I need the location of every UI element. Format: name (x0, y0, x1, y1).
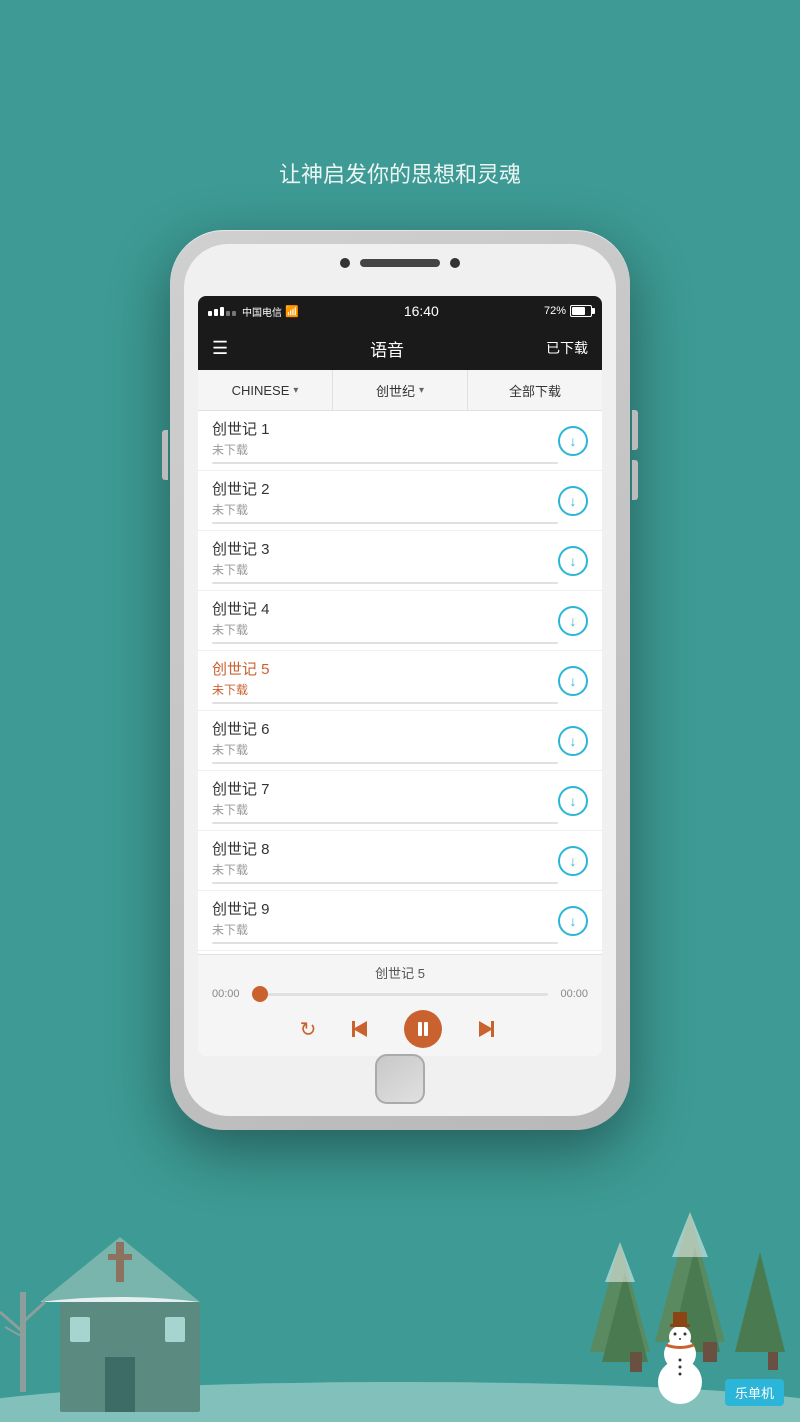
downloaded-action[interactable]: 已下载 (546, 338, 588, 358)
status-bar: 中国电信 📶 16:40 72% (198, 296, 602, 326)
track-status: 未下载 (212, 561, 558, 578)
phone-top-bar (300, 258, 500, 268)
download-button[interactable]: ↓ (558, 726, 588, 756)
download-button[interactable]: ↓ (558, 846, 588, 876)
list-item[interactable]: 创世记 9 未下载 ↓ (198, 891, 602, 951)
track-title: 创世记 1 (212, 418, 558, 439)
track-progress-bar (212, 762, 558, 764)
carrier-name: 中国电信 (242, 304, 282, 319)
track-status: 未下载 (212, 441, 558, 458)
signal-strength (208, 307, 236, 316)
track-progress-bar (212, 522, 558, 524)
app-subtitle: 让神启发你的思想和灵魂 (0, 157, 800, 189)
download-all-label: 全部下载 (509, 381, 561, 400)
track-info: 创世记 6 未下载 (212, 718, 558, 764)
track-progress-bar (212, 822, 558, 824)
download-button[interactable]: ↓ (558, 666, 588, 696)
track-title: 创世记 9 (212, 898, 558, 919)
filter-bar: CHINESE ▾ 创世纪 ▾ 全部下载 (198, 370, 602, 411)
download-button[interactable]: ↓ (558, 426, 588, 456)
track-status: 未下载 (212, 921, 558, 938)
player-track-name: 创世记 5 (212, 963, 588, 982)
download-button[interactable]: ↓ (558, 606, 588, 636)
track-title: 创世记 8 (212, 838, 558, 859)
track-info: 创世记 9 未下载 (212, 898, 558, 944)
list-item[interactable]: 创世记 2 未下载 ↓ (198, 471, 602, 531)
language-filter[interactable]: CHINESE ▾ (198, 370, 333, 410)
player-progress-row: 00:00 00:00 (212, 988, 588, 1000)
book-label: 创世纪 (376, 381, 415, 400)
book-arrow-icon: ▾ (419, 385, 424, 396)
download-button[interactable]: ↓ (558, 906, 588, 936)
track-title-active: 创世记 5 (212, 658, 558, 679)
track-info: 创世记 7 未下载 (212, 778, 558, 824)
track-status: 未下载 (212, 801, 558, 818)
player-thumb[interactable] (252, 986, 268, 1002)
player-controls: ↻ (212, 1010, 588, 1048)
battery-percent: 72% (544, 305, 566, 317)
wifi-icon: 📶 (285, 305, 299, 318)
track-progress-bar (212, 882, 558, 884)
track-status: 未下载 (212, 621, 558, 638)
list-item[interactable]: 创世记 3 未下载 ↓ (198, 531, 602, 591)
book-filter[interactable]: 创世纪 ▾ (333, 370, 468, 410)
phone-device: 中国电信 📶 16:40 72% ☰ 语音 已下载 (170, 230, 630, 1130)
next-button[interactable] (472, 1015, 500, 1043)
app-bar-title: 语音 (370, 336, 404, 361)
track-progress-bar (212, 942, 558, 944)
status-left: 中国电信 📶 (208, 304, 299, 319)
track-info: 创世记 1 未下载 (212, 418, 558, 464)
track-info: 创世记 2 未下载 (212, 478, 558, 524)
track-title: 创世记 7 (212, 778, 558, 799)
track-status-active: 未下载 (212, 681, 558, 698)
sensor (450, 258, 460, 268)
track-progress-bar (212, 702, 558, 704)
download-button[interactable]: ↓ (558, 486, 588, 516)
track-status: 未下载 (212, 741, 558, 758)
track-progress-bar (212, 642, 558, 644)
track-status: 未下载 (212, 501, 558, 518)
track-info: 创世记 4 未下载 (212, 598, 558, 644)
repeat-icon[interactable]: ↻ (300, 1017, 317, 1042)
player-time-total: 00:00 (556, 988, 588, 1000)
track-title: 创世记 4 (212, 598, 558, 619)
language-label: CHINESE (232, 383, 290, 398)
list-item[interactable]: 创世记 5 未下载 ↓ (198, 651, 602, 711)
prev-button[interactable] (346, 1015, 374, 1043)
track-progress-bar (212, 462, 558, 464)
list-item[interactable]: 创世记 7 未下载 ↓ (198, 771, 602, 831)
download-all-filter[interactable]: 全部下载 (468, 370, 602, 410)
download-button[interactable]: ↓ (558, 786, 588, 816)
track-title: 创世记 3 (212, 538, 558, 559)
earpiece-speaker (360, 259, 440, 267)
list-item[interactable]: 创世记 4 未下载 ↓ (198, 591, 602, 651)
menu-icon[interactable]: ☰ (212, 338, 228, 359)
list-item[interactable]: 创世记 6 未下载 ↓ (198, 711, 602, 771)
language-arrow-icon: ▾ (293, 385, 298, 396)
front-camera (340, 258, 350, 268)
track-info: 创世记 3 未下载 (212, 538, 558, 584)
watermark: 乐单机 (725, 1379, 784, 1406)
track-progress-bar (212, 582, 558, 584)
player-progress-bar[interactable] (252, 993, 548, 996)
phone-screen: 中国电信 📶 16:40 72% ☰ 语音 已下载 (198, 296, 602, 1056)
pause-button[interactable] (404, 1010, 442, 1048)
home-button[interactable] (375, 1054, 425, 1104)
track-title: 创世记 2 (212, 478, 558, 499)
battery-icon (570, 305, 592, 317)
app-bar: ☰ 语音 已下载 (198, 326, 602, 370)
player-time-current: 00:00 (212, 988, 244, 1000)
download-button[interactable]: ↓ (558, 546, 588, 576)
list-item[interactable]: 创世记 8 未下载 ↓ (198, 831, 602, 891)
track-title: 创世记 6 (212, 718, 558, 739)
track-info: 创世记 5 未下载 (212, 658, 558, 704)
player-bar: 创世记 5 00:00 00:00 ↻ (198, 954, 602, 1056)
status-time: 16:40 (404, 303, 439, 319)
list-item[interactable]: 创世记 1 未下载 ↓ (198, 411, 602, 471)
track-list: 创世记 1 未下载 ↓ 创世记 2 未下载 ↓ (198, 411, 602, 954)
track-info: 创世记 8 未下载 (212, 838, 558, 884)
track-status: 未下载 (212, 861, 558, 878)
status-right: 72% (544, 305, 592, 317)
